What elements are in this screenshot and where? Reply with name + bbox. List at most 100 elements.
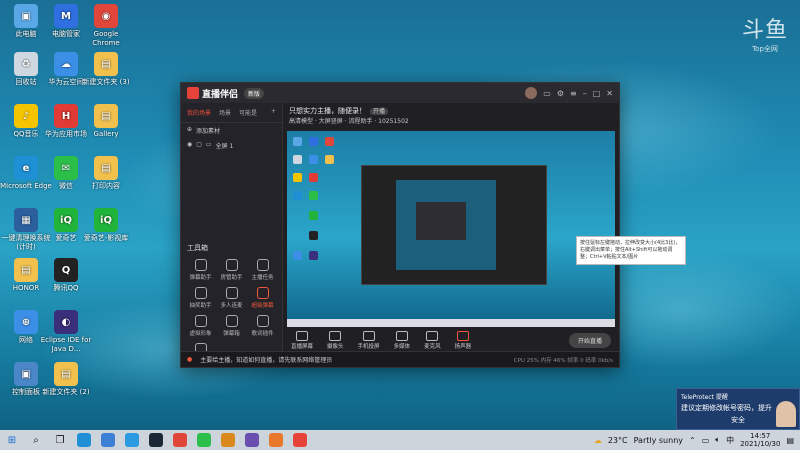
preview-desktop-icon — [293, 137, 302, 146]
scene-item[interactable]: ◉ ▢ ▭ 全屏 1 — [181, 138, 282, 153]
notification-center-icon[interactable]: ▤ — [786, 436, 794, 445]
desktop-app-icon: ♪ — [14, 104, 38, 128]
desktop-app-icon: ▤ — [14, 258, 38, 282]
taskbar-steam-icon[interactable] — [149, 433, 163, 447]
chevron-up-icon[interactable]: ⌃ — [689, 436, 696, 445]
menu-icon[interactable]: ≡ — [570, 89, 577, 98]
desktop-icon[interactable]: ▤ Gallery — [80, 104, 132, 139]
preview-tooltip: 按住鼠标左键拖动，拉伸改变大小(4比3比)，右键调出菜单；按住Alt+Shift… — [576, 236, 686, 265]
desktop-app-icon: ◐ — [54, 310, 78, 334]
taskbar-store-icon[interactable] — [125, 433, 139, 447]
source-control-button[interactable]: 扬声器 — [455, 330, 471, 350]
add-scene-icon[interactable]: + — [271, 108, 276, 117]
security-notification[interactable]: TeleProtect 提醒 建议定期修改帐号密码，提升 安全 — [676, 388, 800, 430]
taskbar-edge-icon[interactable] — [77, 433, 91, 447]
start-windows-icon[interactable]: ⊞ — [5, 433, 19, 447]
tool-label: 弹幕助手 — [189, 275, 212, 281]
tab-scene[interactable]: 场景 — [219, 108, 231, 117]
toolbox-item[interactable]: 房管助手 — [216, 259, 247, 281]
taskbar-mail-icon[interactable] — [101, 433, 115, 447]
weather-temp[interactable]: 23°C — [608, 436, 628, 445]
weather-text[interactable]: Partly sunny — [634, 436, 683, 445]
scene-item-label: 全屏 1 — [215, 143, 234, 150]
network-icon[interactable]: ▭ — [702, 436, 710, 445]
desktop-icon-label: 爱奇艺-影视库 — [83, 234, 129, 242]
start-live-pill[interactable]: 开播 — [370, 108, 389, 115]
taskbar-app-icon[interactable] — [245, 433, 259, 447]
input-language[interactable]: 中 — [726, 435, 734, 446]
desktop-icon[interactable]: ▤ 新建文件夹 (2) — [40, 362, 92, 397]
toolbox-item[interactable]: 弹幕助手 — [185, 259, 216, 281]
toolbox-title: 工具箱 — [187, 244, 208, 252]
toolbox-item[interactable]: 抽奖助手 — [185, 287, 216, 309]
taskbar-app-icon[interactable] — [221, 433, 235, 447]
toolbox-item[interactable]: 主播任务 — [247, 259, 278, 281]
desktop-app-icon: iQ — [94, 208, 118, 232]
tool-icon — [194, 315, 207, 327]
taskbar-app-icon[interactable] — [269, 433, 283, 447]
tab-my-scene[interactable]: 我的场景 — [187, 108, 211, 117]
search-icon[interactable]: ⌕ — [29, 433, 43, 447]
stream-preview[interactable] — [287, 131, 615, 327]
tool-label: 房管助手 — [220, 275, 243, 281]
source-control-button[interactable]: 多媒体 — [393, 330, 411, 350]
desktop-icon[interactable]: iQ 爱奇艺-影视库 — [80, 208, 132, 243]
preview-desktop-icon — [309, 137, 318, 146]
toolbox-grid: 弹幕助手房管助手主播任务抽奖助手多人连麦超级弹幕虚拟形象弹幕箱歌词插件直播助手 — [185, 259, 278, 365]
source-control-icon — [296, 330, 308, 341]
toolbox-item[interactable]: 弹幕箱 — [216, 315, 247, 337]
clock-time: 14:57 — [750, 432, 771, 440]
tool-label: 超级弹幕 — [251, 303, 274, 309]
desktop-icon-label: 新建文件夹 (3) — [82, 78, 130, 86]
toolbox-item[interactable]: 多人连麦 — [216, 287, 247, 309]
version-badge[interactable]: 新版 — [244, 87, 265, 99]
preview-desktop-icon — [309, 251, 318, 260]
system-tray: ☁ 23°C Partly sunny ⌃ ▭ 🔈︎ 中 14:57 2021/… — [594, 432, 800, 448]
task-view-icon[interactable]: ❐ — [53, 433, 67, 447]
toolbox-item[interactable]: 超级弹幕 — [247, 287, 278, 309]
desktop-icon[interactable]: ◉ Google Chrome — [80, 4, 132, 48]
clock[interactable]: 14:57 2021/10/30 — [740, 432, 780, 448]
settings-icon[interactable]: ⚙ — [557, 89, 564, 98]
desktop-app-icon: Q — [54, 258, 78, 282]
toolbox-item[interactable]: 歌词插件 — [247, 315, 278, 337]
tab-other[interactable]: 可能是 — [239, 108, 257, 117]
screen-icon[interactable]: ▭ — [543, 89, 551, 98]
maximize-icon[interactable]: □ — [593, 89, 601, 98]
desktop-app-icon: M — [54, 4, 78, 28]
stream-title[interactable]: 只想实力主播，随便录！ — [289, 107, 366, 115]
source-control-button[interactable]: 手机投屏 — [358, 330, 380, 350]
preview-desktop-icon — [325, 137, 334, 146]
desktop-icon[interactable]: ◐ Eclipse IDE for Java D... — [40, 310, 92, 354]
add-material-row[interactable]: ⊕ 添加素材 — [181, 123, 282, 138]
lock-icon[interactable]: ▢ — [196, 141, 202, 150]
scene-tabs: 我的场景 场景 可能是 + — [181, 103, 282, 123]
windows-taskbar: ⊞ ⌕ ❐ ☁ 23°C Partly sunny ⌃ ▭ 🔈︎ 中 14:57… — [0, 430, 800, 450]
taskbar-chrome-icon[interactable] — [173, 433, 187, 447]
desktop-icon[interactable]: Q 腾讯QQ — [40, 258, 92, 293]
taskbar-live-companion-icon[interactable] — [293, 433, 307, 447]
app-logo-icon — [187, 87, 199, 99]
source-control-button[interactable]: 麦克风 — [424, 330, 441, 350]
user-avatar[interactable] — [525, 87, 538, 99]
desktop-icon-label: 打印内容 — [92, 182, 120, 190]
desktop-icon[interactable]: ▤ 新建文件夹 (3) — [80, 52, 132, 87]
source-control-label: 多媒体 — [393, 343, 411, 350]
source-control-button[interactable]: 直播屏幕 — [291, 330, 314, 350]
toolbox-item[interactable]: 虚拟形象 — [185, 315, 216, 337]
tool-label: 抽奖助手 — [189, 303, 212, 309]
minimize-icon[interactable]: – — [583, 89, 587, 98]
monitor-icon: ▭ — [205, 141, 212, 148]
desktop-icon[interactable]: ▤ 打印内容 — [80, 156, 132, 191]
start-live-button[interactable]: 开始直播 — [568, 332, 611, 348]
main-panel: 只想实力主播，随便录！ 开播 高清模型 · 大屏竖屏 · 流程助手 · 10251… — [283, 103, 619, 351]
weather-icon[interactable]: ☁ — [594, 436, 602, 445]
taskbar-wechat-icon[interactable] — [197, 433, 211, 447]
source-control-label: 直播屏幕 — [291, 343, 314, 350]
source-control-button[interactable]: 摄像头 — [327, 330, 344, 350]
tool-label: 虚拟形象 — [189, 331, 212, 337]
nested-preview-window — [361, 165, 547, 285]
volume-icon[interactable]: 🔈︎ — [715, 435, 720, 445]
close-icon[interactable]: ✕ — [606, 89, 613, 98]
eye-icon[interactable]: ◉ — [187, 141, 192, 150]
